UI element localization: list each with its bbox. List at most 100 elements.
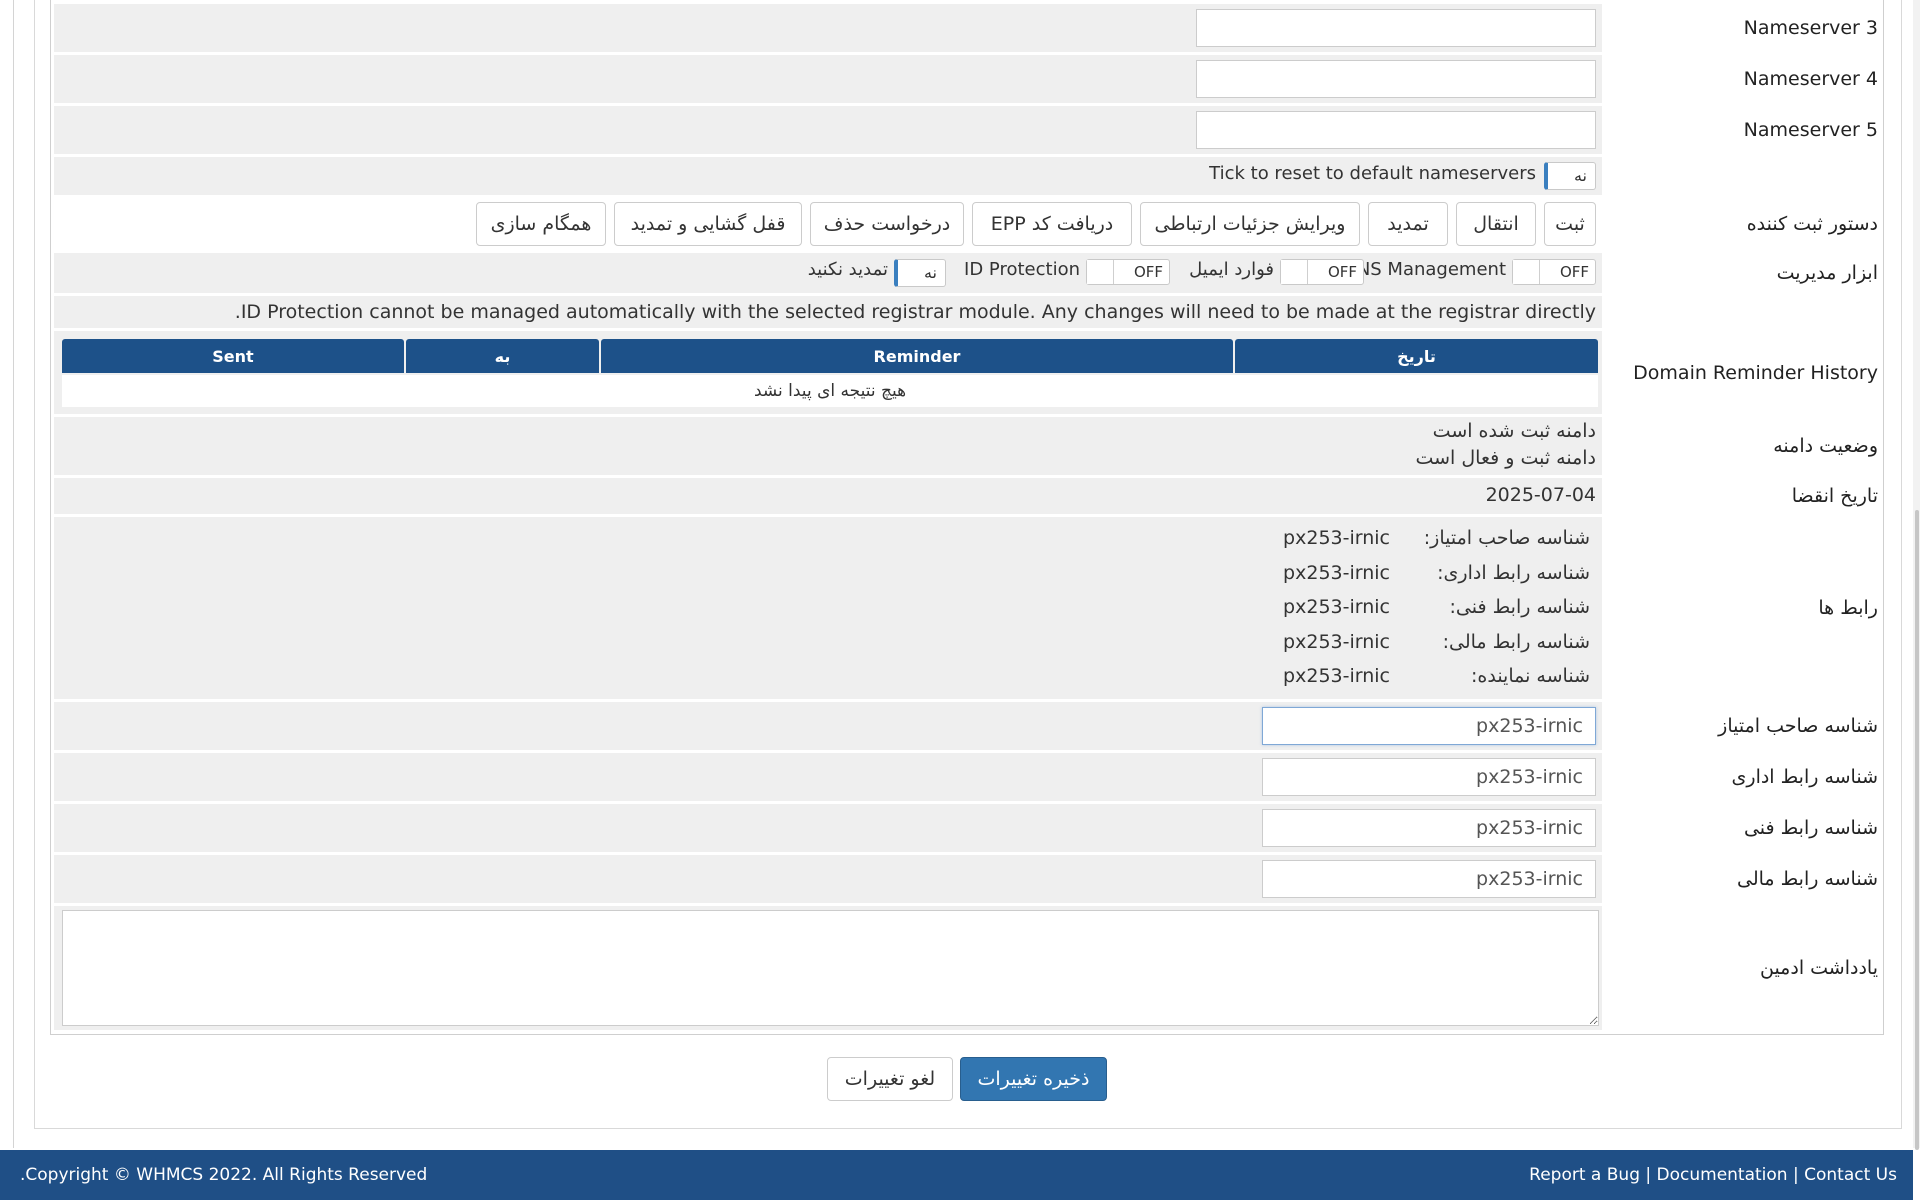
field-cell: 2025-07-04 (54, 478, 1602, 514)
label-text: شناسه رابط فنی (1743, 817, 1878, 839)
nameserver-3-input[interactable] (1196, 9, 1596, 47)
save-changes-button[interactable]: ذخیره تغییرات (960, 1057, 1107, 1101)
tech-contact-id-label: شناسه رابط فنی (1608, 804, 1880, 852)
toggle-text: OFF (1133, 263, 1163, 281)
toggle-text: نه (1573, 166, 1587, 185)
domain-status-line-1: دامنه ثبت شده است (1432, 420, 1596, 442)
row-registrant-id: px253-irnic شناسه صاحب امتیاز (54, 702, 1880, 750)
contact-key: شناسه رابط مالی: (1442, 631, 1590, 653)
row-nameserver-4: Nameserver 4 (54, 55, 1880, 103)
expiry-date-label: تاریخ انقضا (1608, 478, 1880, 514)
row-contacts: شناسه صاحب امتیاز: px253-irnic شناسه راب… (54, 517, 1880, 699)
contacts-label: رابط ها (1608, 517, 1880, 699)
field-cell: px253-irnic (54, 753, 1602, 801)
contact-value: px253-irnic (1283, 596, 1390, 618)
email-forwarding-text: فوارد ایمیل (1189, 259, 1274, 280)
nameserver-5-input[interactable] (1196, 111, 1596, 149)
field-cell: px253-irnic (54, 804, 1602, 852)
reset-label-empty (1608, 157, 1880, 195)
billing-contact-id-input[interactable]: px253-irnic (1262, 860, 1596, 898)
admin-notes-textarea[interactable] (62, 910, 1599, 1026)
label-text: Nameserver 5 (1743, 119, 1878, 141)
label-text: شناسه صاحب امتیاز (1718, 715, 1878, 737)
row-id-protection-notice: ID Protection cannot be managed automati… (54, 296, 1880, 328)
row-reset-nameservers: نه Tick to reset to default nameservers (54, 157, 1880, 195)
request-delete-button[interactable]: درخواست حذف (810, 202, 964, 246)
nameserver-4-input[interactable] (1196, 60, 1596, 98)
label-text: شناسه رابط مالی (1737, 868, 1878, 890)
contact-value: px253-irnic (1283, 562, 1390, 584)
row-tech-contact-id: px253-irnic شناسه رابط فنی (54, 804, 1880, 852)
label-text: دستور ثبت کننده (1746, 213, 1878, 235)
copyright-text: Copyright © WHMCS 2022. All Rights Reser… (20, 1165, 428, 1185)
row-nameserver-3: Nameserver 3 (54, 4, 1880, 52)
footer-separator: | (1645, 1165, 1652, 1185)
get-epp-code-button[interactable]: دریافت کد EPP (972, 202, 1132, 246)
row-reminder-history: تاریخ Reminder به Sent هیچ نتیجه ای پیدا… (54, 331, 1880, 414)
toggle-text: OFF (1559, 263, 1589, 281)
registrar-commands-label: دستور ثبت کننده (1608, 198, 1880, 250)
id-protection-notice: ID Protection cannot be managed automati… (234, 301, 1596, 323)
footer-separator: | (1793, 1165, 1799, 1185)
documentation-link[interactable]: Documentation (1657, 1165, 1788, 1185)
nameserver-5-label: Nameserver 5 (1608, 106, 1880, 154)
row-registrar-commands: ثبت انتقال تمدید ویرایش جزئیات ارتباطی د… (54, 198, 1880, 250)
email-forwarding-toggle[interactable]: OFF (1280, 259, 1364, 285)
contact-us-link[interactable]: Contact Us (1804, 1165, 1897, 1185)
reminder-empty-row: هیچ نتیجه ای پیدا نشد (62, 375, 1598, 407)
registrant-id-input[interactable]: px253-irnic (1262, 707, 1596, 745)
button-label: دریافت کد EPP (990, 213, 1114, 235)
contact-key: شناسه رابط اداری: (1437, 562, 1590, 584)
toggle-knob (1087, 260, 1114, 284)
field-cell: نه Tick to reset to default nameservers (54, 157, 1602, 195)
sync-button[interactable]: همگام سازی (476, 202, 606, 246)
contact-value: px253-irnic (1283, 665, 1390, 687)
row-admin-notes: یادداشت ادمین (54, 906, 1880, 1030)
field-cell (54, 906, 1602, 1030)
row-admin-contact-id: px253-irnic شناسه رابط اداری (54, 753, 1880, 801)
toggle-text: نه (923, 263, 937, 282)
scrollbar-thumb[interactable] (1915, 510, 1919, 1150)
dns-management-toggle[interactable]: OFF (1512, 259, 1596, 285)
col-reminder-header[interactable]: Reminder (601, 339, 1233, 373)
transfer-button[interactable]: انتقال (1456, 202, 1536, 246)
left-border (13, 0, 14, 1148)
label-text: ابزار مدیریت (1776, 262, 1878, 284)
label-text: وضعیت دامنه (1773, 435, 1878, 457)
billing-contact-id-label: شناسه رابط مالی (1608, 855, 1880, 903)
col-to-header[interactable]: به (406, 339, 599, 373)
register-button[interactable]: ثبت (1544, 202, 1596, 246)
field-cell: px253-irnic (54, 702, 1602, 750)
admin-notes-label: یادداشت ادمین (1608, 906, 1880, 1030)
tech-contact-id-input[interactable]: px253-irnic (1262, 809, 1596, 847)
toggle-knob (1281, 260, 1308, 284)
admin-contact-id-input[interactable]: px253-irnic (1262, 758, 1596, 796)
report-bug-link[interactable]: Report a Bug (1529, 1165, 1640, 1185)
footer: Copyright © WHMCS 2022. All Rights Reser… (0, 1150, 1913, 1200)
row-billing-contact-id: px253-irnic شناسه رابط مالی (54, 855, 1880, 903)
label-text: Nameserver 3 (1743, 17, 1878, 39)
domain-edit-page: Nameserver 3 Nameserver 4 Nameserver 5 ن… (0, 0, 1920, 1200)
unlock-renew-button[interactable]: قفل گشایی و تمدید (614, 202, 802, 246)
renew-button[interactable]: تمدید (1368, 202, 1448, 246)
cancel-changes-button[interactable]: لغو تغییرات (827, 1057, 953, 1101)
do-not-renew-toggle[interactable]: نه (894, 259, 946, 287)
col-sent-header[interactable]: Sent (62, 339, 404, 373)
field-cell: ثبت انتقال تمدید ویرایش جزئیات ارتباطی د… (54, 198, 1602, 250)
reset-nameservers-toggle[interactable]: نه (1544, 162, 1596, 190)
row-domain-status: دامنه ثبت شده است دامنه ثبت و فعال است و… (54, 417, 1880, 475)
label-text: تاریخ انقضا (1791, 485, 1878, 507)
row-nameserver-5: Nameserver 5 (54, 106, 1880, 154)
modify-contact-button[interactable]: ویرایش جزئیات ارتباطی (1140, 202, 1360, 246)
nameserver-4-label: Nameserver 4 (1608, 55, 1880, 103)
row-expiry-date: 2025-07-04 تاریخ انقضا (54, 478, 1880, 514)
field-cell: OFF DNS Management OFF فوارد ایمیل OFF I… (54, 253, 1602, 293)
id-protection-toggle[interactable]: OFF (1086, 259, 1170, 285)
label-text: شناسه رابط اداری (1731, 766, 1878, 788)
contact-key: شناسه رابط فنی: (1449, 596, 1590, 618)
field-cell: px253-irnic (54, 855, 1602, 903)
contact-value: px253-irnic (1283, 631, 1390, 653)
admin-contact-id-label: شناسه رابط اداری (1608, 753, 1880, 801)
col-date-header[interactable]: تاریخ (1235, 339, 1598, 373)
footer-links: Report a Bug | Documentation | Contact U… (1529, 1150, 1897, 1200)
